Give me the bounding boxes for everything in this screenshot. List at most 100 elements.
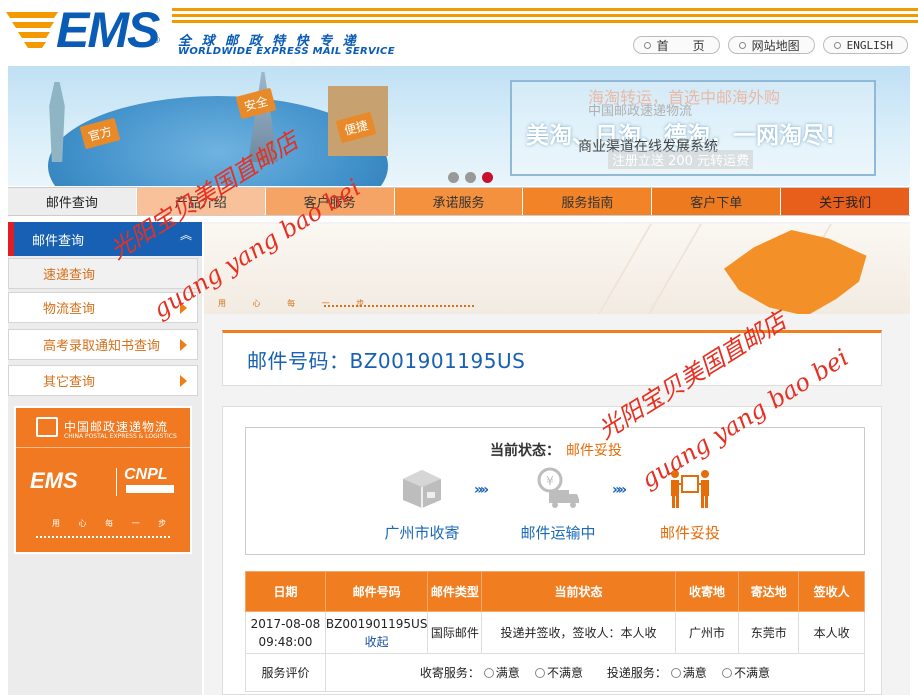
cell-signer: 本人收 — [798, 611, 865, 654]
header-stripes — [172, 8, 918, 30]
sidebar-item-label: 速递查询 — [43, 268, 96, 283]
col-status: 当前状态 — [481, 571, 676, 612]
registered-mark: ® — [152, 36, 161, 46]
cell-number: BZ001901195US 收起 — [324, 611, 429, 654]
status-value: 邮件妥投 — [566, 443, 622, 459]
step-label: 广州市收寄 — [384, 524, 460, 542]
tracking-table: 日期 邮件号码 邮件类型 当前状态 收寄地 寄达地 签收人 2017-08-08… — [245, 571, 866, 692]
ad-cnpl-logo: CNPL — [124, 466, 168, 483]
nav-place-order[interactable]: 客户下单 — [652, 188, 782, 215]
cell-destination: 东莞市 — [738, 611, 800, 654]
bullet-icon — [833, 41, 841, 49]
sidebar-accent-bar — [8, 222, 14, 256]
banner-dot-3[interactable] — [482, 172, 493, 183]
mail-number: BZ001901195US — [325, 616, 428, 631]
deliver-service-label: 投递服务： — [606, 665, 667, 680]
tracking-number: 邮件号码：BZ001901195US — [247, 348, 526, 373]
ad-divider — [116, 468, 117, 496]
tracking-detail: 当前状态： 邮件妥投 广州市收寄 »» ¥ 邮件运输中 »» 邮件妥投 日期 邮… — [222, 406, 882, 695]
sidebar-item-other[interactable]: 其它查询 — [8, 365, 198, 396]
banner-dot-1[interactable] — [448, 172, 459, 183]
banner-offer: 注册立送 200 元转运费 — [608, 150, 754, 169]
col-number: 邮件号码 — [324, 571, 429, 612]
bullet-icon — [738, 41, 746, 49]
china-post-logo-icon — [36, 417, 58, 437]
deliver-unsatisfied-radio[interactable] — [721, 667, 732, 678]
ad-slogan: 用 心 每 一 步 — [52, 519, 175, 528]
banner-pager — [448, 172, 493, 183]
ad-company-en: CHINA POSTAL EXPRESS & LOGISTICS — [64, 433, 177, 440]
deliver-satisfied-radio[interactable] — [670, 667, 681, 678]
table-header-row: 日期 邮件号码 邮件类型 当前状态 收寄地 寄达地 签收人 — [245, 571, 865, 612]
nav-about-us[interactable]: 关于我们 — [781, 188, 911, 215]
eval-label: 服务评价 — [245, 653, 326, 692]
cell-type: 国际邮件 — [427, 611, 483, 654]
vehicles-icon — [36, 532, 170, 538]
banner-decor-line — [648, 224, 702, 314]
sidebar-item-label: 物流查询 — [43, 302, 96, 317]
satisfied-label: 满意 — [495, 665, 520, 680]
home-link[interactable]: 首 页 — [632, 36, 720, 54]
col-date: 日期 — [245, 571, 326, 612]
unsatisfied-label: 不满意 — [733, 665, 770, 680]
header: EMS ® 全 球 邮 政 特 快 专 递 WORLDWIDE EXPRESS … — [0, 0, 918, 66]
sidebar-header-label: 邮件查询 — [32, 233, 85, 249]
english-link[interactable]: ENGLISH — [822, 36, 908, 54]
nav-commitment[interactable]: 承诺服务 — [394, 188, 524, 215]
svg-text:¥: ¥ — [546, 474, 554, 488]
current-status: 当前状态： 邮件妥投 — [246, 440, 866, 460]
vehicles-icon — [324, 301, 474, 307]
collect-satisfied-radio[interactable] — [483, 667, 494, 678]
sidebar-item-express[interactable]: 速递查询 — [8, 258, 198, 289]
col-destination: 寄达地 — [738, 571, 800, 612]
top-links: 首 页 网站地图 ENGLISH — [632, 36, 908, 54]
col-signer: 签收人 — [798, 571, 865, 612]
col-type: 邮件类型 — [427, 571, 483, 612]
collect-unsatisfied-radio[interactable] — [535, 667, 546, 678]
brand-name-en: WORLDWIDE EXPRESS MAIL SERVICE — [178, 46, 395, 57]
collapse-link[interactable]: 收起 — [326, 633, 428, 651]
sidebar-item-label: 其它查询 — [43, 375, 96, 390]
status-label: 当前状态： — [490, 443, 560, 459]
eval-options: 收寄服务： 满意 不满意 投递服务： 满意 不满意 — [324, 653, 866, 692]
cell-origin: 广州市 — [674, 611, 740, 654]
arrow-right-icon: »» — [474, 482, 489, 498]
promo-banner[interactable]: 官方 安全 便捷 海淘转运，首选中邮海外购 中国邮政速递物流 美淘、日淘、德淘，… — [8, 66, 910, 186]
main-content: 用 心 每 一 步 邮件号码：BZ001901195US 当前状态： 邮件妥投 — [204, 222, 910, 695]
col-origin: 收寄地 — [674, 571, 740, 612]
collect-service-label: 收寄服务： — [419, 665, 480, 680]
table-row: 2017-08-08 09:48:00 BZ001901195US 收起 国际邮… — [245, 611, 865, 654]
banner-dot-2[interactable] — [465, 172, 476, 183]
ems-logo[interactable]: EMS — [56, 4, 160, 56]
banner-decor-line — [598, 224, 652, 314]
cell-status: 投递并签收，签收人：本人收 — [481, 611, 676, 654]
sidebar-ad[interactable]: 中国邮政速递物流 CHINA POSTAL EXPRESS & LOGISTIC… — [14, 406, 192, 554]
sidebar-item-exam-notice[interactable]: 高考录取通知书查询 — [8, 329, 198, 360]
status-panel: 当前状态： 邮件妥投 广州市收寄 »» ¥ 邮件运输中 »» 邮件妥投 — [245, 427, 865, 555]
ems-wings-icon — [6, 12, 58, 48]
sidebar-item-label: 高考录取通知书查询 — [43, 339, 161, 354]
unsatisfied-label: 不满意 — [547, 665, 584, 680]
ad-company-block: 中国邮政速递物流 CHINA POSTAL EXPRESS & LOGISTIC… — [16, 408, 190, 448]
cell-date: 2017-08-08 09:48:00 — [245, 611, 326, 654]
arrow-right-icon — [180, 339, 187, 351]
sitemap-link[interactable]: 网站地图 — [727, 36, 815, 54]
service-eval-row: 服务评价 收寄服务： 满意 不满意 投递服务： 满意 不满意 — [245, 653, 866, 692]
step-label: 邮件妥投 — [659, 524, 720, 542]
arrow-right-icon — [180, 375, 187, 387]
content-banner: 用 心 每 一 步 — [204, 224, 910, 314]
english-link-label: ENGLISH — [846, 38, 893, 52]
step-collected: 广州市收寄 — [362, 466, 482, 543]
collect-service-eval: 收寄服务： 满意 不满意 — [420, 664, 583, 682]
arrow-right-icon: »» — [612, 482, 627, 498]
deliver-service-eval: 投递服务： 满意 不满意 — [607, 664, 770, 682]
home-link-label: 首 页 — [656, 38, 705, 53]
sitemap-link-label: 网站地图 — [751, 38, 800, 53]
nav-service-guide[interactable]: 服务指南 — [523, 188, 653, 215]
nav-mail-query[interactable]: 邮件查询 — [8, 188, 137, 215]
step-in-transit: ¥ 邮件运输中 — [498, 466, 618, 543]
china-map-image — [724, 230, 867, 314]
page: EMS ® 全 球 邮 政 特 快 专 递 WORLDWIDE EXPRESS … — [0, 0, 918, 695]
satisfied-label: 满意 — [682, 665, 707, 680]
chevron-up-icon[interactable]: ︽ — [180, 229, 192, 241]
